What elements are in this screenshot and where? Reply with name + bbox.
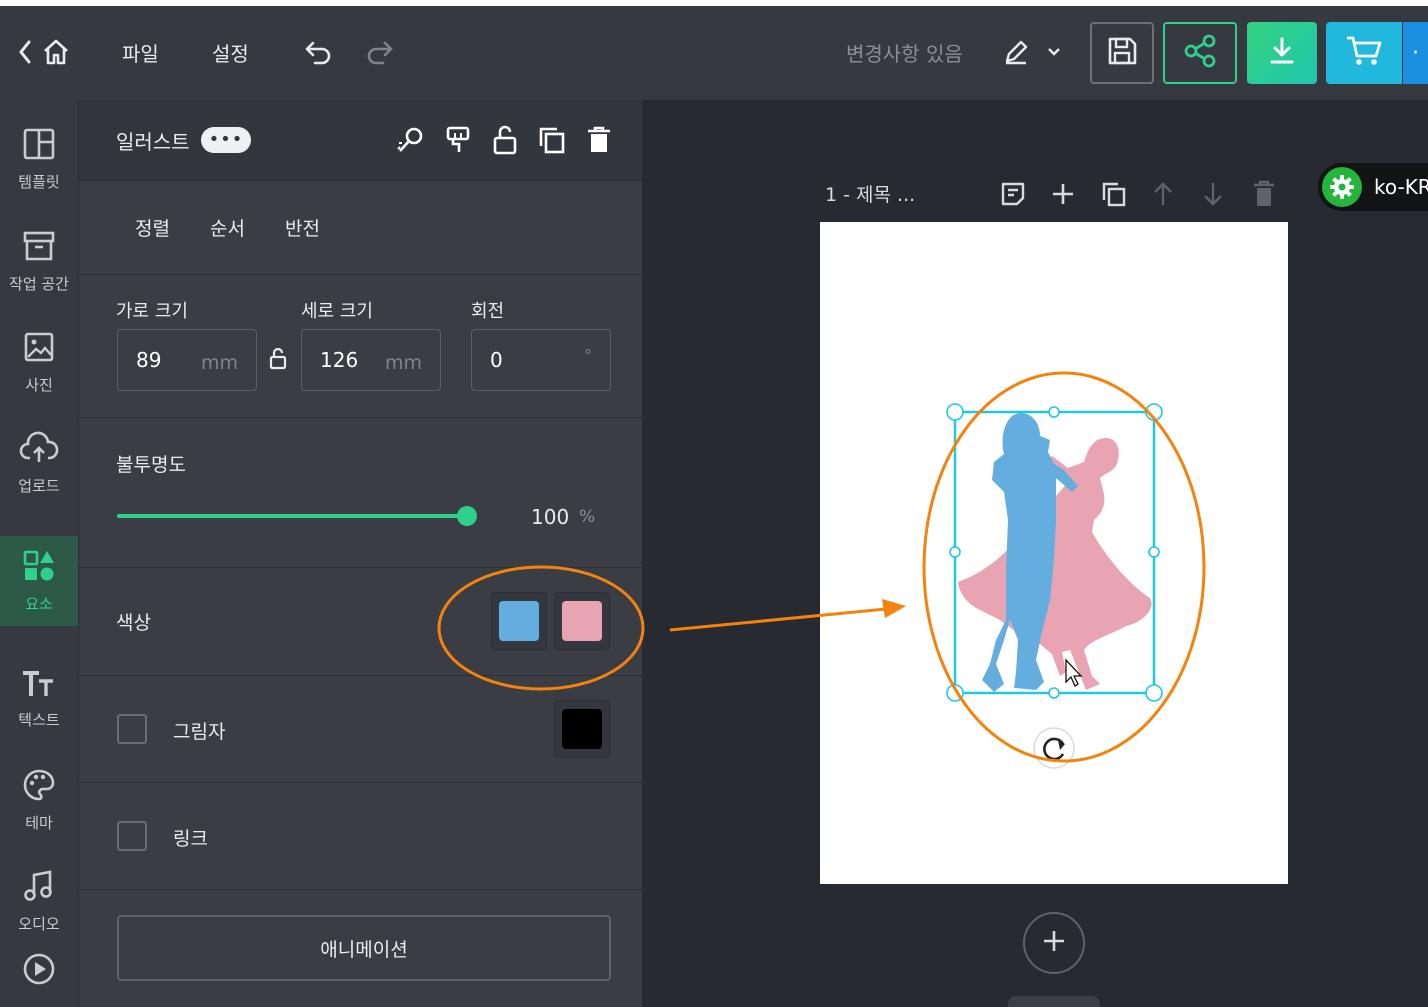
resize-handle-bottom[interactable] [1048, 687, 1060, 699]
canvas-overlay [437, 371, 1206, 769]
resize-handle-left[interactable] [949, 546, 961, 558]
annotation-ellipse-swatches [437, 565, 645, 691]
page-list-toggle[interactable] [1008, 996, 1100, 1007]
annotation-arrowhead [882, 599, 906, 618]
plus-icon [1042, 929, 1066, 957]
resize-handle-right[interactable] [1148, 546, 1160, 558]
add-page-button[interactable] [1023, 912, 1085, 974]
resize-handle-bottom-right[interactable] [1145, 684, 1163, 702]
dancing-couple-illustration[interactable] [958, 413, 1152, 692]
resize-handle-top-left[interactable] [946, 403, 964, 421]
annotation-arrow [669, 607, 887, 632]
resize-handle-top[interactable] [1048, 406, 1060, 418]
